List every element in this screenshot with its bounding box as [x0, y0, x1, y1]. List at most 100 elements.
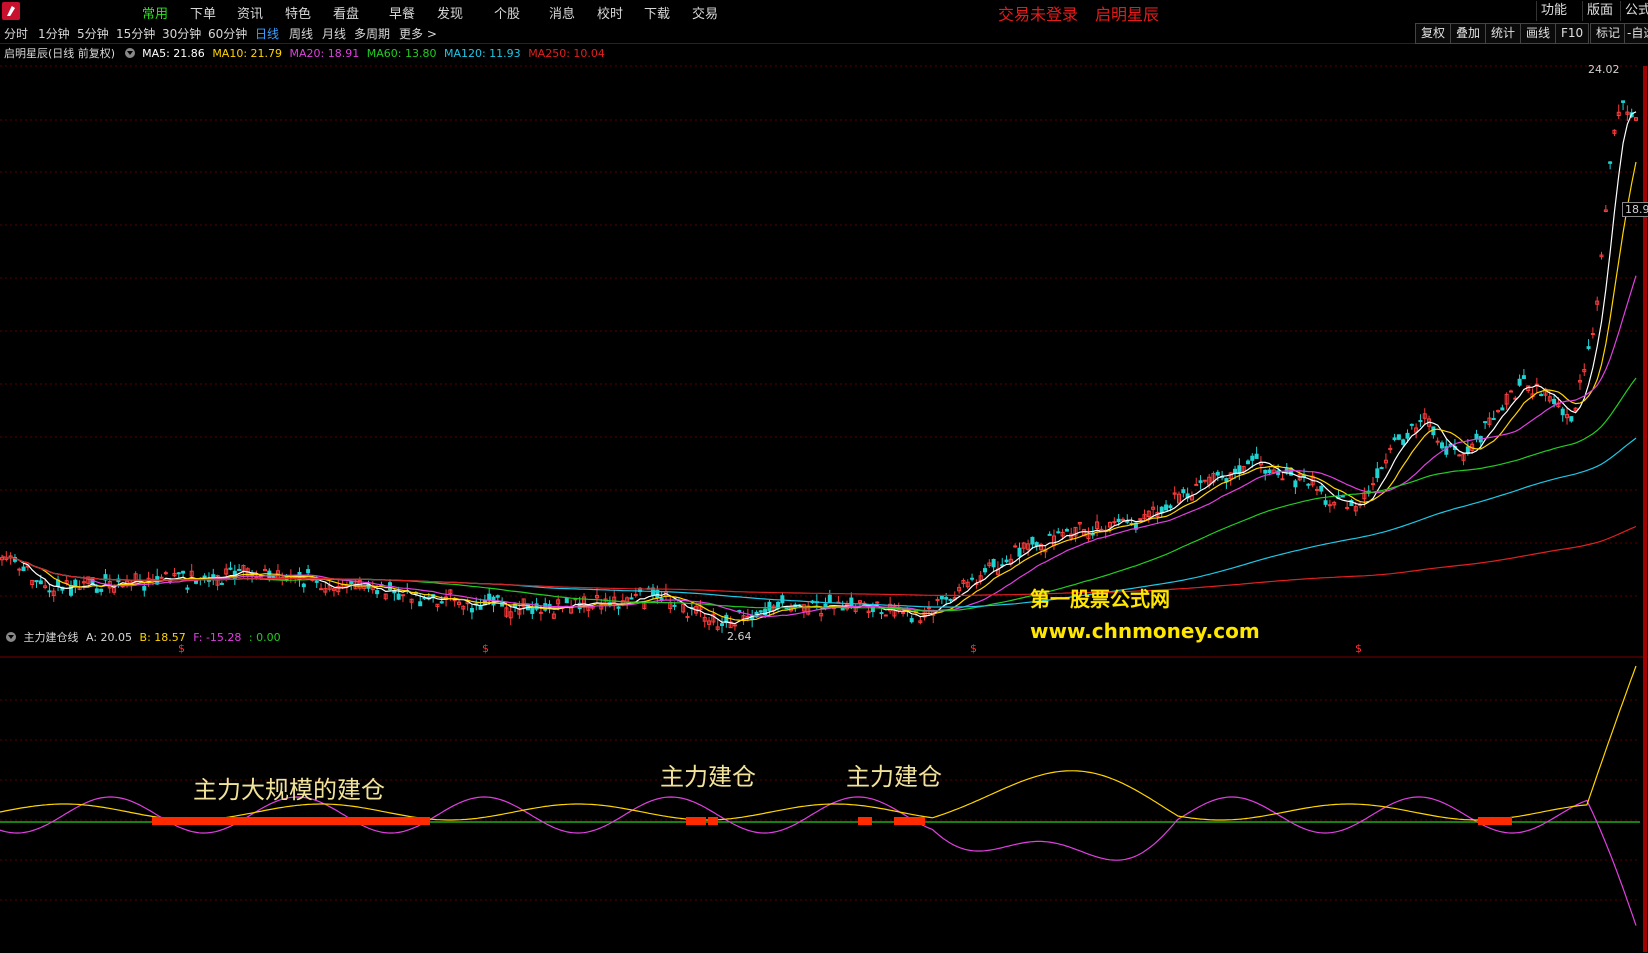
candle-body: [1327, 504, 1332, 507]
candle-body: [1517, 378, 1522, 386]
candle-body: [564, 597, 569, 604]
candle-body: [495, 595, 500, 598]
candle-body: [314, 580, 319, 583]
candle-body: [909, 618, 914, 623]
candle-body: [21, 566, 26, 572]
candle-body: [767, 601, 772, 611]
candle-body: [181, 570, 186, 574]
candle-body: [1560, 408, 1565, 416]
right-scroll-edge: [1643, 66, 1647, 952]
candle-body: [142, 586, 147, 591]
candle-body: [1030, 536, 1035, 545]
candle-body: [780, 595, 785, 604]
candle-body: [1521, 375, 1526, 380]
candle-body: [439, 601, 444, 604]
event-marker: $: [970, 642, 977, 655]
candle-body: [616, 606, 621, 609]
current-price-tag: 18.9: [1622, 202, 1648, 217]
build-signal-bar: [1478, 817, 1512, 825]
candle-body: [745, 615, 750, 618]
candle-body: [228, 567, 233, 570]
annotation-build-1: 主力建仓: [660, 763, 756, 791]
ma5-value: MA5: 21.86: [142, 47, 205, 60]
candle-body: [1267, 469, 1272, 474]
build-signal-bar: [708, 817, 718, 825]
annotation-build-2: 主力建仓: [846, 763, 942, 791]
candle-body: [1112, 521, 1117, 524]
candle-body: [1293, 480, 1298, 488]
candle-body: [1013, 545, 1018, 548]
candle-body: [1245, 460, 1250, 465]
event-marker: $: [482, 642, 489, 655]
build-signal-bar: [686, 817, 706, 825]
candle-body: [633, 593, 638, 596]
candle-body: [1064, 529, 1069, 532]
candle-body: [982, 568, 987, 573]
candle-body: [883, 614, 888, 617]
candle-body: [948, 598, 953, 601]
event-marker: $: [1355, 642, 1362, 655]
candle-body: [1164, 504, 1169, 511]
candle-body: [254, 576, 259, 579]
candle-body: [1435, 440, 1440, 443]
candle-body: [1405, 432, 1410, 439]
ma60-value: MA60: 13.80: [366, 47, 437, 60]
candle-body: [939, 595, 944, 600]
candle-body: [758, 610, 763, 613]
candle-body: [1004, 559, 1009, 563]
watermark-url: www.chnmoney.com: [1030, 619, 1260, 643]
candle-body: [1491, 418, 1496, 421]
indicator-f: F: -15.28: [193, 631, 242, 644]
candle-body: [1319, 485, 1324, 492]
dropdown-circle-icon[interactable]: [124, 48, 135, 58]
candle-body: [1483, 421, 1488, 424]
candle-body: [1056, 531, 1061, 534]
candle-body: [538, 611, 543, 614]
candle-body: [418, 601, 423, 607]
low-price-label: 2.64: [727, 630, 752, 643]
candle-body: [629, 597, 634, 600]
candle-body: [1233, 468, 1238, 474]
ma-line: [1, 437, 1637, 608]
candle-body: [1138, 518, 1143, 521]
candle-body: [732, 624, 737, 627]
high-price-label: 24.02: [1588, 63, 1620, 76]
candle-body: [1314, 488, 1319, 491]
moving-average-lines: [1, 111, 1637, 625]
candle-body: [1215, 471, 1220, 476]
candle-body: [1608, 161, 1613, 164]
candle-body: [396, 593, 401, 600]
event-markers: $ $ $ $: [178, 642, 1362, 655]
candle-body: [267, 570, 272, 579]
main-chart-header: 启明星辰(日线 前复权) MA5: 21.86 MA10: 21.79 MA20…: [4, 45, 609, 61]
candle-body: [849, 597, 854, 606]
candle-body: [1017, 547, 1022, 557]
candle-body: [875, 601, 880, 604]
candle-body: [1250, 455, 1255, 461]
candle-body: [237, 568, 242, 571]
candle-body: [1409, 423, 1414, 426]
candle-body: [1392, 437, 1397, 441]
candle-body: [1500, 407, 1505, 411]
candle-body: [1034, 542, 1039, 547]
candle-body: [530, 606, 535, 614]
candle-body: [1396, 434, 1401, 440]
indicator-dropdown-icon[interactable]: [6, 632, 16, 642]
indicator-zero: : 0.00: [248, 631, 281, 644]
candle-body: [901, 611, 906, 614]
candle-body: [926, 607, 931, 610]
candle-body: [1569, 416, 1574, 422]
candle-body: [659, 598, 664, 601]
candle-body: [301, 583, 306, 588]
candle-body: [1116, 518, 1121, 523]
watermark-title: 第一股票公式网: [1030, 587, 1170, 611]
ma-line: [1, 275, 1637, 618]
build-signal-bar: [152, 817, 430, 825]
candle-body: [34, 580, 39, 583]
kline-chart[interactable]: $ $ $ $: [0, 0, 1648, 953]
candle-body: [1254, 453, 1259, 459]
candle-body: [1181, 489, 1186, 494]
candle-body: [827, 594, 832, 603]
candle-body: [1047, 533, 1052, 536]
candle-body: [1552, 398, 1557, 405]
